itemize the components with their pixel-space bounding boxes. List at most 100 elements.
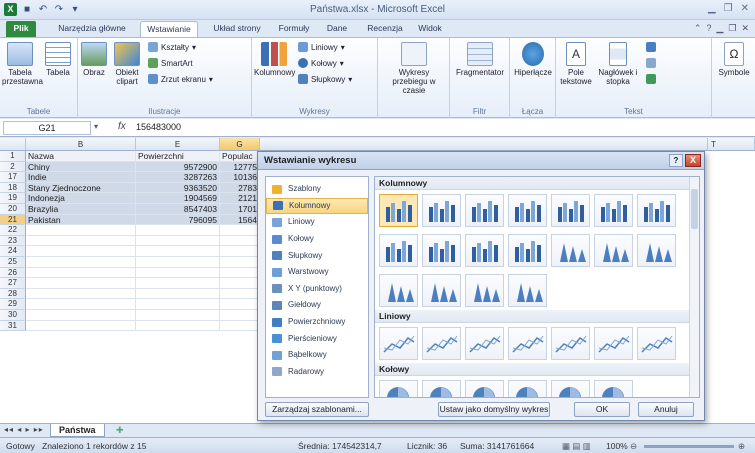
gallery-scroll-thumb[interactable] <box>691 189 698 229</box>
help-icon[interactable]: ? <box>706 23 711 34</box>
cell-g[interactable]: 1701 <box>220 204 260 215</box>
doc-close-icon[interactable]: ✕ <box>741 23 749 34</box>
set-default-chart-button[interactable]: Ustaw jako domyślny wykres <box>438 402 550 417</box>
cell-g[interactable] <box>220 299 260 310</box>
line-chart-thumb[interactable] <box>594 327 633 360</box>
cell-g[interactable]: Populac <box>220 151 260 162</box>
zoom-slider[interactable] <box>644 445 734 448</box>
cell-b[interactable]: Indie <box>26 172 136 183</box>
table-button[interactable]: Tabela <box>42 42 74 77</box>
pie-chart-thumb[interactable] <box>422 380 461 397</box>
cell-e[interactable] <box>136 320 220 332</box>
cell-g[interactable] <box>220 278 260 289</box>
row-header[interactable]: 29 <box>0 299 26 310</box>
column-chart-thumb[interactable] <box>379 194 418 227</box>
cone-chart-thumb[interactable] <box>551 234 590 267</box>
column-header-other[interactable] <box>260 138 708 151</box>
clipart-button[interactable]: Obiekt clipart <box>110 42 144 86</box>
column-chart-thumb[interactable] <box>508 234 547 267</box>
cone-chart-thumb[interactable] <box>637 234 676 267</box>
cell-e[interactable] <box>136 235 220 247</box>
select-all-corner[interactable] <box>0 138 26 151</box>
row-header[interactable]: 21 <box>0 214 26 226</box>
chart-category-item[interactable]: Słupkowy <box>266 247 368 264</box>
tab-widok[interactable]: Widok <box>412 21 448 37</box>
chart-category-item[interactable]: Powierzchniowy <box>266 314 368 331</box>
shapes-button[interactable]: Kształty ▾ <box>148 42 196 52</box>
cell-b[interactable] <box>26 299 136 310</box>
row-header[interactable]: 17 <box>0 172 26 183</box>
cell-b[interactable] <box>26 310 136 321</box>
row-header[interactable]: 31 <box>0 320 26 332</box>
close-window-icon[interactable]: ✕ <box>741 3 749 14</box>
insert-sheet-icon[interactable]: ✚ <box>116 425 124 436</box>
bar-chart-button[interactable]: Słupkowy ▾ <box>298 74 352 84</box>
cancel-button[interactable]: Anuluj <box>638 402 694 417</box>
zoom-out-icon[interactable]: ⊖ <box>630 441 637 452</box>
line-chart-thumb[interactable] <box>465 327 504 360</box>
column-header-g[interactable]: G <box>220 138 260 151</box>
smartart-button[interactable]: SmartArt <box>148 58 193 68</box>
cone-chart-thumb[interactable] <box>379 274 418 307</box>
doc-minimize-icon[interactable]: ▁ <box>716 23 723 34</box>
chart-category-item[interactable]: Liniowy <box>266 214 368 231</box>
cell-b[interactable] <box>26 225 136 236</box>
cell-g[interactable] <box>220 310 260 321</box>
ok-button[interactable]: OK <box>574 402 630 417</box>
cell-b[interactable]: Pakistan <box>26 214 136 226</box>
gallery-scrollbar[interactable] <box>689 177 699 397</box>
cell-e[interactable]: 796095 <box>136 214 220 226</box>
sparklines-button[interactable]: Wykresy przebiegu w czasie <box>381 42 447 95</box>
cell-g[interactable] <box>220 288 260 300</box>
column-chart-thumb[interactable] <box>422 234 461 267</box>
cell-e[interactable]: 8547403 <box>136 204 220 215</box>
cell-g[interactable]: 12775 <box>220 161 260 173</box>
cell-b[interactable] <box>26 235 136 247</box>
view-buttons-icon[interactable]: ▦ ▤ ▥ <box>562 441 591 452</box>
signature-button[interactable] <box>646 58 656 68</box>
chart-category-item[interactable]: Bąbelkowy <box>266 347 368 364</box>
minimize-icon[interactable]: ▁ <box>708 3 716 14</box>
column-header-b[interactable]: B <box>26 138 136 151</box>
row-header[interactable]: 19 <box>0 193 26 204</box>
tab-narzedzia-glowne[interactable]: Narzędzia główne <box>52 21 132 37</box>
cell-b[interactable]: Brazylia <box>26 204 136 215</box>
cell-e[interactable] <box>136 257 220 268</box>
cell-g[interactable]: 10136 <box>220 172 260 183</box>
line-chart-thumb[interactable] <box>379 327 418 360</box>
tab-plik[interactable]: Plik <box>6 21 36 37</box>
column-chart-thumb[interactable] <box>508 194 547 227</box>
pie-chart-thumb[interactable] <box>379 380 418 397</box>
cell-g[interactable] <box>220 235 260 247</box>
slicer-button[interactable]: Fragmentator <box>453 42 507 77</box>
row-header[interactable]: 25 <box>0 257 26 268</box>
row-header[interactable]: 20 <box>0 204 26 215</box>
cell-e[interactable]: 3287263 <box>136 172 220 183</box>
cell-b[interactable] <box>26 288 136 300</box>
cell-g[interactable]: 2121 <box>220 193 260 204</box>
cell-e[interactable]: Powierzchni <box>136 151 220 162</box>
pie-chart-thumb[interactable] <box>465 380 504 397</box>
cell-g[interactable]: 2783 <box>220 182 260 194</box>
fx-icon[interactable]: fx <box>118 121 126 132</box>
row-header[interactable]: 23 <box>0 235 26 247</box>
cell-e[interactable]: 9572900 <box>136 161 220 173</box>
dialog-close-button[interactable]: X <box>685 154 701 167</box>
doc-restore-icon[interactable]: ❐ <box>728 23 736 34</box>
cell-b[interactable] <box>26 278 136 289</box>
pie-chart-thumb[interactable] <box>594 380 633 397</box>
dialog-help-button[interactable]: ? <box>669 154 683 167</box>
chart-category-item[interactable]: Warstwowy <box>266 264 368 281</box>
namebox-dropdown-icon[interactable]: ▾ <box>94 122 98 131</box>
chart-category-item[interactable]: X Y (punktowy) <box>266 281 368 298</box>
tab-wstawianie[interactable]: Wstawianie <box>140 21 198 37</box>
row-header[interactable]: 27 <box>0 278 26 289</box>
chart-category-item[interactable]: Radarowy <box>266 364 368 381</box>
cell-e[interactable] <box>136 278 220 289</box>
tab-recenzja[interactable]: Recenzja <box>362 21 408 37</box>
cell-b[interactable] <box>26 257 136 268</box>
cell-b[interactable]: Chiny <box>26 161 136 173</box>
chart-category-item[interactable]: Giełdowy <box>266 297 368 314</box>
cone-chart-thumb[interactable] <box>422 274 461 307</box>
cell-g[interactable] <box>220 267 260 279</box>
